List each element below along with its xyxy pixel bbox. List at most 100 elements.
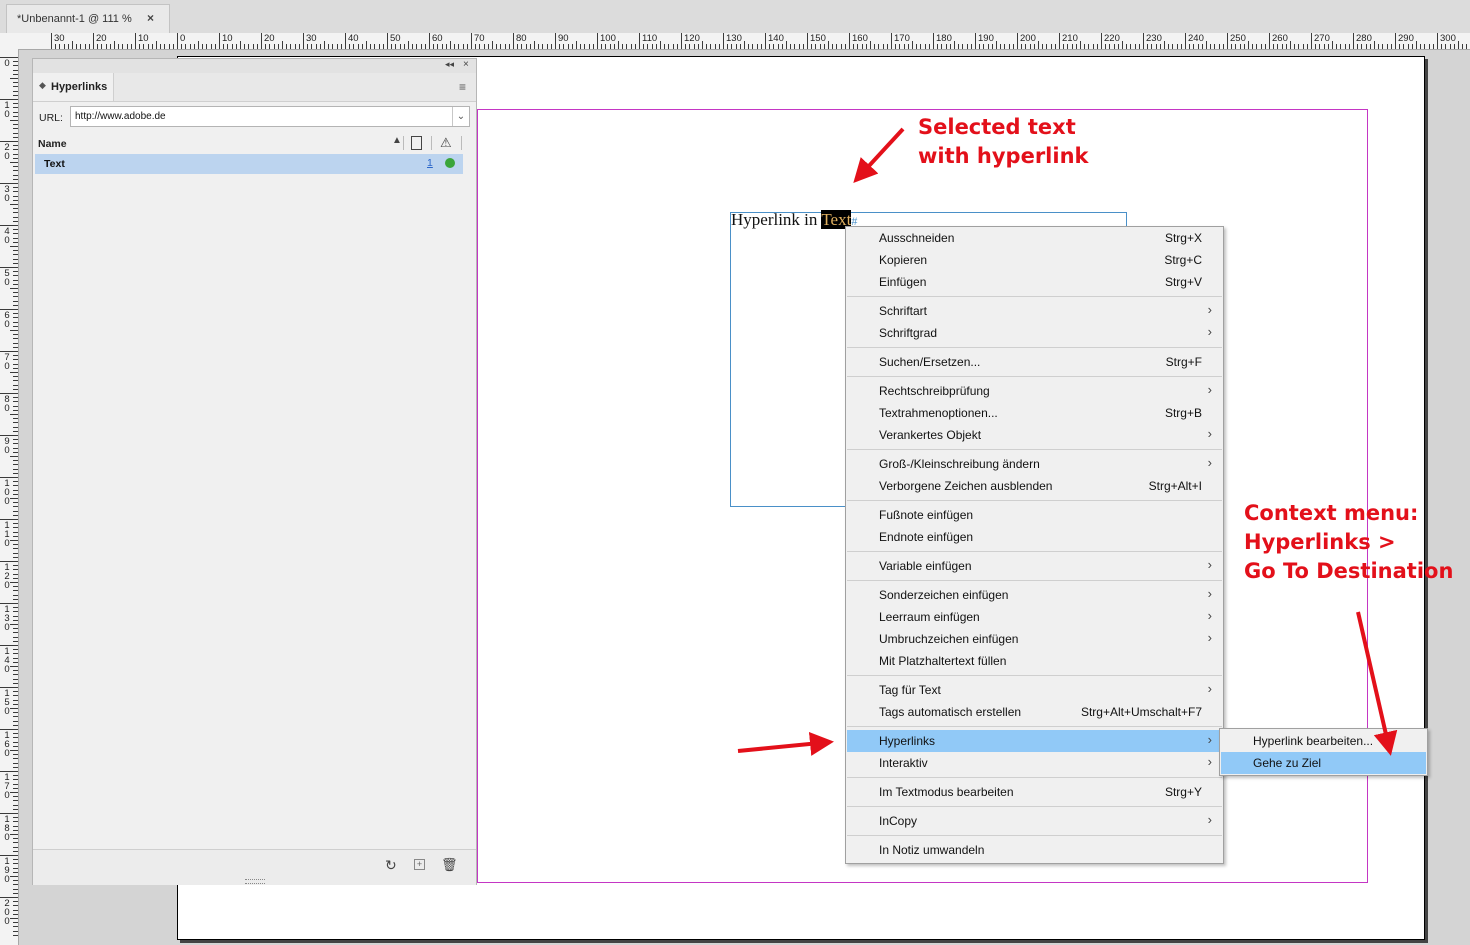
chevron-right-icon: ›	[1207, 382, 1212, 397]
warning-column-icon[interactable]: ⚠	[440, 135, 452, 151]
ruler-tick	[479, 44, 481, 49]
ruler-tick	[13, 90, 18, 92]
ruler-tick	[269, 44, 271, 49]
menu-item-rechtschreibpruefung[interactable]: Rechtschreibprüfung ›	[847, 380, 1222, 402]
ruler-tick	[1084, 44, 1086, 49]
ruler-tick	[13, 611, 18, 613]
menu-item-verankertes-objekt[interactable]: Verankertes Objekt ›	[847, 424, 1222, 446]
hyperlink-row[interactable]: Text 1	[35, 154, 463, 174]
ruler-tick	[13, 296, 18, 298]
ruler-tick	[13, 922, 18, 924]
menu-item-mit-platzhaltertext-fuellen[interactable]: Mit Platzhaltertext füllen	[847, 650, 1222, 672]
ruler-tick	[1357, 44, 1359, 49]
menu-item-schriftgrad[interactable]: Schriftgrad ›	[847, 322, 1222, 344]
menu-item-umbruchzeichen-einfuegen[interactable]: Umbruchzeichen einfügen ›	[847, 628, 1222, 650]
close-panel-icon[interactable]: ×	[463, 59, 469, 70]
ruler-tick	[345, 33, 346, 49]
refresh-icon[interactable]: ↻	[385, 857, 397, 874]
menu-item-endnote-einfuegen[interactable]: Endnote einfügen	[847, 526, 1222, 548]
submenu-item-hyperlink-bearbeiten[interactable]: Hyperlink bearbeiten...	[1221, 730, 1426, 752]
ruler-tick	[13, 523, 18, 525]
panel-tab-hyperlinks[interactable]: ◆ Hyperlinks	[33, 73, 114, 101]
ruler-tick	[13, 842, 18, 844]
ruler-tick	[1117, 44, 1119, 49]
ruler-tick	[13, 741, 18, 743]
ruler-tick	[895, 44, 897, 49]
ruler-tick	[429, 33, 430, 49]
frame-text[interactable]: Hyperlink in Text#	[731, 210, 857, 230]
menu-item-im-textmodus-bearbeiten[interactable]: Im Textmodus bearbeiten Strg+Y	[847, 781, 1222, 803]
ruler-tick	[13, 334, 18, 336]
menu-item-ausschneiden[interactable]: Ausschneiden Strg+X	[847, 227, 1222, 249]
resize-grip[interactable]	[245, 879, 265, 884]
menu-item-schriftart[interactable]: Schriftart ›	[847, 300, 1222, 322]
menu-item-label: InCopy	[879, 814, 918, 828]
menu-item-gross-kleinschreibung-aendern[interactable]: Groß-/Kleinschreibung ändern ›	[847, 453, 1222, 475]
menu-item-fussnote-einfuegen[interactable]: Fußnote einfügen	[847, 504, 1222, 526]
ruler-tick	[1033, 44, 1035, 49]
ruler-tick	[147, 44, 149, 49]
menu-item-label: Verborgene Zeichen ausblenden	[879, 479, 1053, 493]
hyperlink-page-link[interactable]: 1	[427, 157, 433, 169]
url-value[interactable]: http://www.adobe.de	[75, 111, 166, 122]
menu-item-einfuegen[interactable]: Einfügen Strg+V	[847, 271, 1222, 293]
ruler-label: 2 0 0	[4, 898, 10, 927]
url-field[interactable]: http://www.adobe.de ⌄	[70, 106, 470, 127]
menu-item-variable-einfuegen[interactable]: Variable einfügen ›	[847, 555, 1222, 577]
panel-menu-icon[interactable]: ≡	[459, 80, 466, 94]
ruler-tick	[13, 342, 18, 344]
sort-ascending-icon[interactable]: ▲	[392, 135, 402, 146]
menu-item-hyperlinks[interactable]: Hyperlinks ›	[847, 730, 1222, 752]
menu-item-verborgene-zeichen-ausblenden[interactable]: Verborgene Zeichen ausblenden Strg+Alt+I	[847, 475, 1222, 497]
submenu-item-gehe-zu-ziel[interactable]: Gehe zu Ziel	[1221, 752, 1426, 774]
ruler-tick	[790, 44, 792, 49]
menu-item-sonderzeichen-einfuegen[interactable]: Sonderzeichen einfügen ›	[847, 584, 1222, 606]
panel-header: ◆ Hyperlinks ≡	[33, 73, 476, 102]
ruler-tick	[693, 44, 695, 49]
menu-item-tag-fuer-text[interactable]: Tag für Text ›	[847, 679, 1222, 701]
menu-item-label: Gehe zu Ziel	[1253, 756, 1322, 770]
ruler-tick	[13, 754, 18, 756]
panel-title-strip[interactable]: ◂◂ ×	[33, 59, 476, 73]
ruler-tick	[13, 262, 18, 264]
ruler-tick	[954, 41, 955, 49]
menu-item-tags-automatisch-erstellen[interactable]: Tags automatisch erstellen Strg+Alt+Umsch…	[847, 701, 1222, 723]
menu-item-textrahmenoptionen[interactable]: Textrahmenoptionen... Strg+B	[847, 402, 1222, 424]
menu-item-interaktiv[interactable]: Interaktiv ›	[847, 752, 1222, 774]
vertical-ruler[interactable]: 0 1 0 2 0 3 0 4 0 5 0 6 0 7 0 8 0 9 0 1 0 0 1 1 0 1 …	[0, 49, 19, 945]
ruler-tick	[1054, 44, 1056, 49]
collapse-panel-icon[interactable]: ◂◂	[445, 59, 454, 70]
ruler-label: 6 0	[4, 310, 10, 330]
ruler-tick	[72, 41, 73, 49]
menu-item-suchen-ersetzen[interactable]: Suchen/Ersetzen... Strg+F	[847, 351, 1222, 373]
new-hyperlink-icon[interactable]: +	[414, 859, 425, 870]
menu-item-label: Umbruchzeichen einfügen	[879, 632, 1019, 646]
ruler-tick	[265, 44, 267, 49]
page-column-icon[interactable]	[411, 136, 422, 150]
ruler-tick	[227, 44, 229, 49]
ruler-tick	[13, 275, 18, 277]
menu-item-incopy[interactable]: InCopy ›	[847, 810, 1222, 832]
ruler-tick	[1071, 44, 1073, 49]
menu-item-kopieren[interactable]: Kopieren Strg+C	[847, 249, 1222, 271]
ruler-tick	[13, 304, 18, 306]
menu-item-label: Suchen/Ersetzen...	[879, 355, 981, 369]
menu-item-leerraum-einfuegen[interactable]: Leerraum einfügen ›	[847, 606, 1222, 628]
ruler-tick	[1231, 44, 1233, 49]
ruler-tick	[185, 44, 187, 49]
close-tab-icon[interactable]: ×	[147, 11, 154, 25]
trash-icon[interactable]: 🗑	[441, 857, 458, 873]
url-dropdown-icon[interactable]: ⌄	[452, 107, 469, 126]
menu-item-in-notiz-umwandeln[interactable]: In Notiz umwandeln	[847, 839, 1222, 861]
ruler-tick	[13, 619, 18, 621]
ruler-tick	[13, 359, 18, 361]
ruler-tick	[668, 44, 670, 49]
ruler-tick	[1164, 41, 1165, 49]
ruler-tick	[168, 44, 170, 49]
menu-item-label: Leerraum einfügen	[879, 610, 980, 624]
horizontal-ruler[interactable]: 30 20 10 0 10 20 30 40 50 60 70 80 90 100 110 120 130 140…	[0, 33, 1470, 50]
name-column-header[interactable]: Name	[38, 138, 67, 150]
ruler-tick	[483, 44, 485, 49]
ruler-tick	[13, 829, 18, 831]
document-tab[interactable]: *Unbenannt-1 @ 111 % ×	[6, 4, 170, 33]
